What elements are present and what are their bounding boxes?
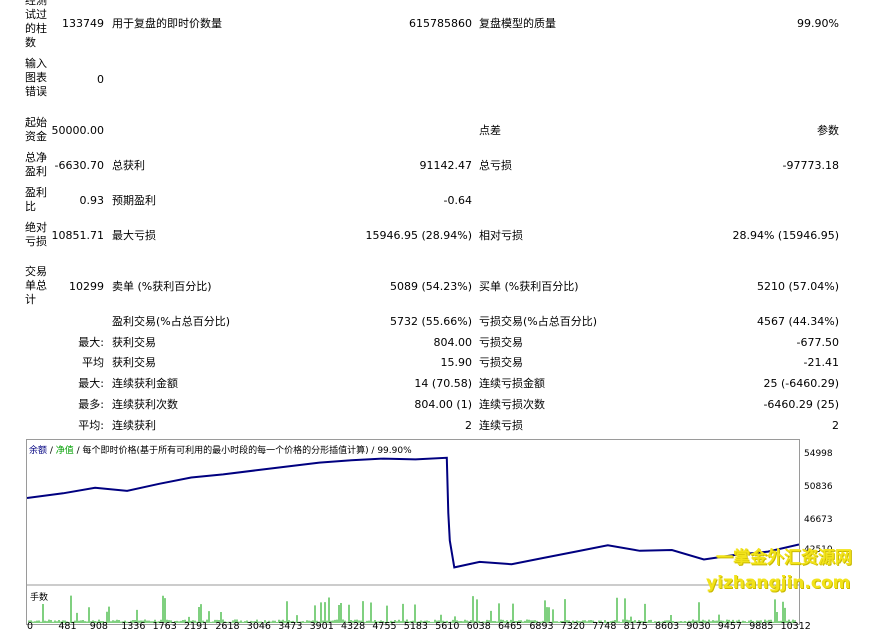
ticks-modelled-label: 用于复盘的即时价数量	[112, 17, 222, 30]
expected-payoff-label: 预期盈利	[112, 194, 156, 207]
x-tick-label: 3473	[278, 621, 303, 632]
x-axis: 0 481 908 1336 1763 2191 2618 3046 3473 3901 4328 4…	[26, 621, 816, 632]
average-profit-label: 获利交易	[112, 356, 156, 369]
volume-label: 手数	[30, 593, 49, 603]
x-tick-label: 3046	[246, 621, 271, 632]
x-tick-label: 481	[58, 621, 77, 632]
largest-profit-value: 804.00	[433, 336, 473, 349]
average-loss-value: -21.41	[803, 356, 839, 369]
bars-tested-value: 133749	[62, 17, 104, 30]
average-consecutive-losses-value: 2	[832, 419, 839, 432]
x-tick-label: 7748	[592, 621, 617, 632]
x-tick-label: 8175	[623, 621, 648, 632]
maximal-consecutive-prefix: 最多:	[78, 398, 104, 411]
long-positions-value: 5210 (57.04%)	[756, 280, 839, 293]
maximal-consecutive-loss-value: -6460.29 (25)	[763, 398, 839, 411]
gross-profit-label: 总获利	[112, 159, 145, 172]
balance-chart: 余额 / 净值 / 每个即时价格(基于所有可利用的最小时段的每一个价格的分形插值…	[26, 439, 800, 625]
loss-trades-value: 4567 (44.34%)	[756, 315, 839, 328]
x-tick-label: 6893	[529, 621, 554, 632]
largest-loss-value: -677.50	[796, 336, 839, 349]
x-tick-label: 8603	[655, 621, 680, 632]
price-tick: 46673	[804, 515, 833, 525]
relative-drawdown-label: 相对亏损	[479, 229, 523, 242]
maximal-consecutive-profit-label: 连续获利次数	[112, 398, 178, 411]
x-tick-label: 2618	[215, 621, 240, 632]
x-tick-label: 908	[89, 621, 108, 632]
mismatched-errors-value: 0	[97, 73, 104, 86]
x-tick-label: 9030	[686, 621, 711, 632]
x-tick-label: 4328	[341, 621, 366, 632]
profit-trades-value: 5732 (55.66%)	[389, 315, 472, 328]
legend-balance: 余额	[29, 446, 48, 456]
gross-profit-value: 91142.47	[419, 159, 473, 172]
max-consecutive-losses-value: 25 (-6460.29)	[763, 377, 839, 390]
largest-profit-label: 获利交易	[112, 336, 156, 349]
expected-payoff-value: -0.64	[443, 194, 472, 207]
total-net-profit-value: -6630.70	[54, 159, 104, 172]
profit-trades-label: 盈利交易(%占总百分比)	[112, 315, 231, 328]
average-consecutive-wins-value: 2	[465, 419, 472, 432]
price-tick: 50836	[804, 482, 833, 492]
balance-series-line	[27, 456, 799, 569]
relative-drawdown-value: 28.94% (15946.95)	[732, 229, 839, 242]
max-consecutive-prefix: 最大:	[78, 377, 104, 390]
x-tick-label: 6038	[466, 621, 491, 632]
modelling-quality-label: 复盘模型的质量	[479, 17, 556, 30]
x-tick-label: 5183	[403, 621, 428, 632]
largest-prefix: 最大:	[78, 336, 104, 349]
x-tick-label: 2191	[184, 621, 209, 632]
max-consecutive-wins-value: 14 (70.58)	[414, 377, 472, 390]
average-consecutive-prefix: 平均:	[78, 419, 104, 432]
x-tick-label: 9457	[717, 621, 742, 632]
x-tick-label: 9885	[749, 621, 774, 632]
maximal-consecutive-profit-value: 804.00 (1)	[414, 398, 472, 411]
balance-chart-svg	[27, 456, 799, 623]
volume-bars	[28, 595, 796, 623]
average-consecutive-wins-label: 连续获利	[112, 419, 156, 432]
average-consecutive-losses-label: 连续亏损	[479, 419, 523, 432]
watermark-text: 一掌金外汇资源网	[716, 548, 852, 568]
x-tick-label: 0	[27, 621, 34, 632]
watermark-url: yizhangjin.com	[706, 573, 851, 593]
gross-loss-value: -97773.18	[782, 159, 839, 172]
profit-factor-value: 0.93	[79, 194, 105, 207]
spread-value: 参数	[817, 124, 839, 137]
loss-trades-label: 亏损交易(%占总百分比)	[479, 315, 598, 328]
max-consecutive-wins-label: 连续获利金额	[112, 377, 178, 390]
gross-loss-label: 总亏损	[479, 159, 512, 172]
x-tick-label: 7320	[560, 621, 585, 632]
maximal-drawdown-label: 最大亏损	[112, 229, 156, 242]
max-consecutive-losses-label: 连续亏损金额	[479, 377, 545, 390]
initial-deposit-value: 50000.00	[51, 124, 105, 137]
short-positions-label: 卖单 (%获利百分比)	[112, 280, 212, 293]
x-tick-label: 6465	[498, 621, 523, 632]
legend-sep: /	[47, 446, 56, 456]
x-tick-label: 1763	[152, 621, 177, 632]
x-tick-label: 1336	[121, 621, 146, 632]
x-tick-label: 3901	[309, 621, 334, 632]
largest-loss-label: 亏损交易	[479, 336, 523, 349]
long-positions-label: 买单 (%获利百分比)	[479, 280, 579, 293]
average-loss-label: 亏损交易	[479, 356, 523, 369]
average-prefix: 平均	[82, 356, 104, 369]
total-trades-value: 10299	[69, 280, 104, 293]
legend-description: / 每个即时价格(基于所有可利用的最小时段的每一个价格的分形插值计算) / 99…	[73, 446, 412, 456]
chart-legend: 余额 / 净值 / 每个即时价格(基于所有可利用的最小时段的每一个价格的分形插值…	[29, 443, 412, 456]
legend-equity: 净值	[55, 446, 74, 456]
spread-label: 点差	[479, 124, 501, 137]
x-tick-label: 10312	[780, 621, 811, 632]
absolute-drawdown-value: 10851.71	[51, 229, 105, 242]
price-tick: 54998	[804, 449, 833, 459]
x-tick-label: 5610	[435, 621, 460, 632]
x-tick-label: 4755	[372, 621, 397, 632]
ticks-modelled-value: 615785860	[409, 17, 472, 30]
maximal-consecutive-loss-label: 连续亏损次数	[479, 398, 545, 411]
average-profit-value: 15.90	[440, 356, 473, 369]
maximal-drawdown-value: 15946.95 (28.94%)	[365, 229, 472, 242]
short-positions-value: 5089 (54.23%)	[389, 280, 472, 293]
modelling-quality-value: 99.90%	[797, 17, 839, 30]
